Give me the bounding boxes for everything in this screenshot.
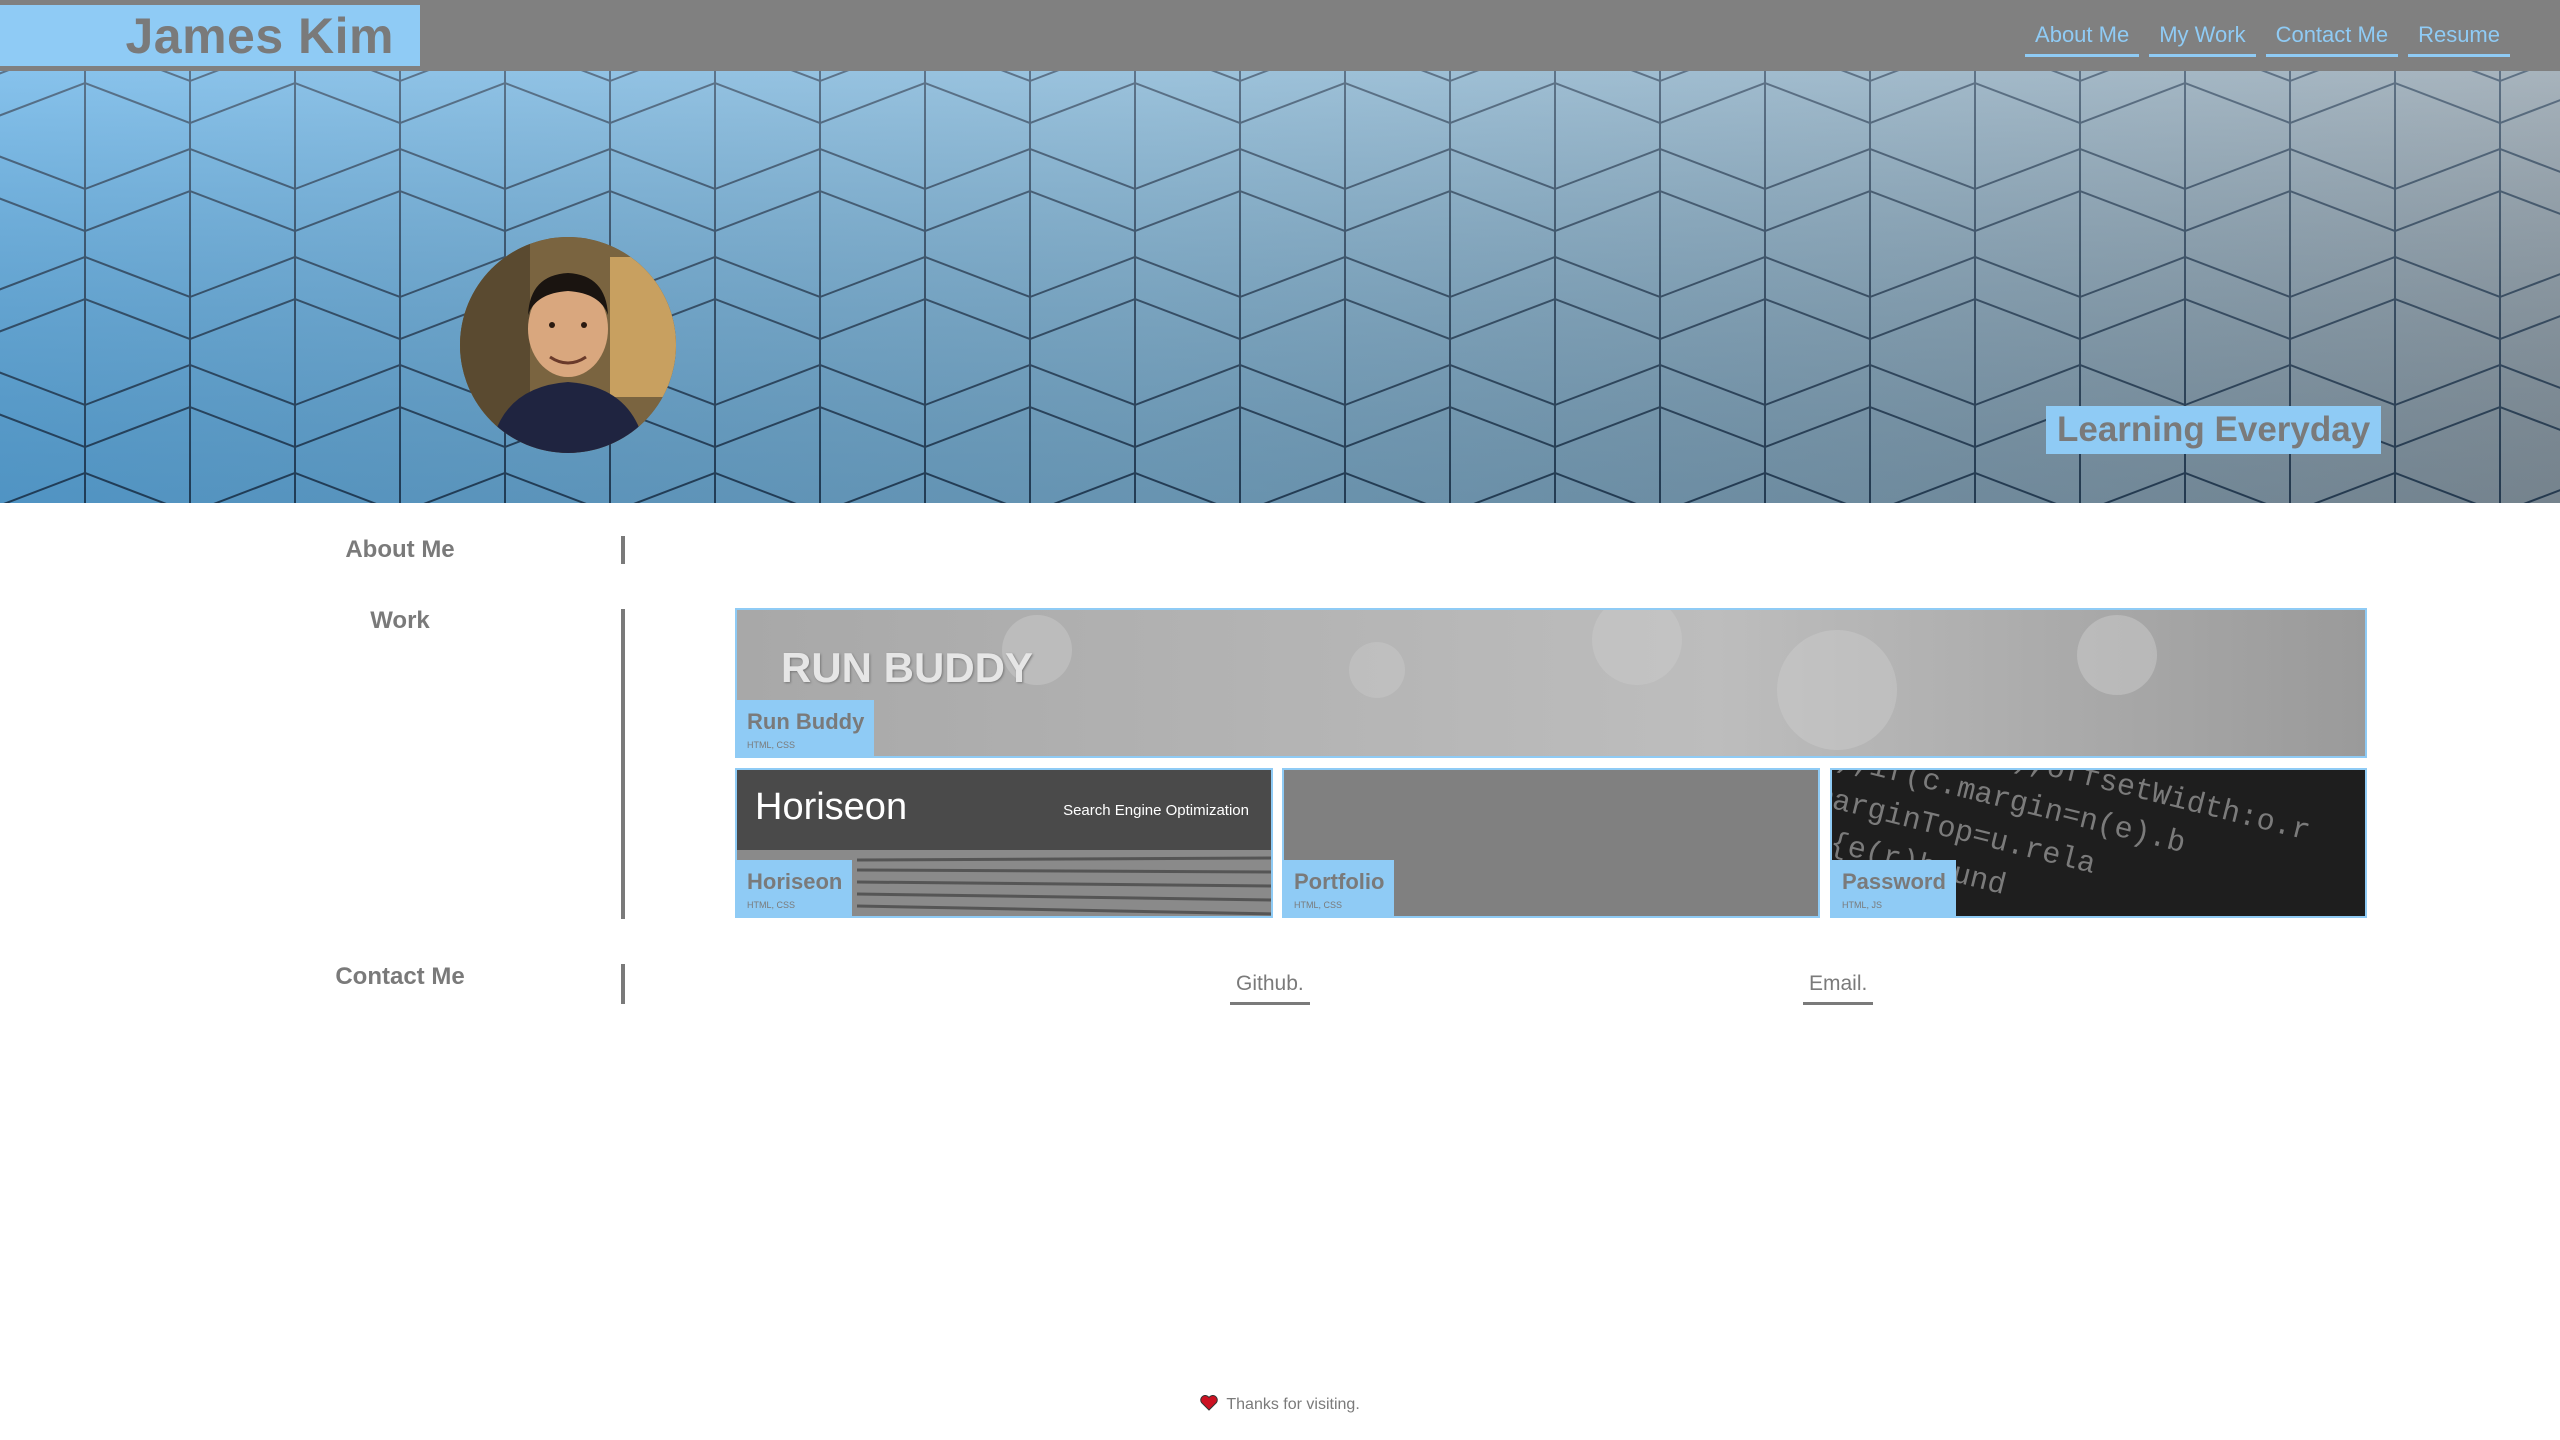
- portfolio-label: Portfolio HTML, CSS: [1284, 860, 1395, 916]
- horiseon-label: Horiseon HTML, CSS: [737, 860, 853, 916]
- email-link[interactable]: Email.: [1803, 972, 1874, 1005]
- about-divider: [621, 536, 625, 564]
- run-buddy-label: Run Buddy HTML, CSS: [737, 700, 875, 756]
- hero-banner: Learning Everyday: [0, 71, 2560, 503]
- contact-divider: [621, 964, 625, 1004]
- portfolio-name: Portfolio: [1294, 869, 1385, 894]
- contact-me-heading: Contact Me: [335, 963, 465, 990]
- about-me-heading: About Me: [345, 536, 455, 563]
- site-title[interactable]: James Kim: [125, 7, 394, 65]
- run-buddy-banner-text: RUN BUDDY: [781, 644, 1033, 691]
- work-card-password[interactable]: t});s=g(o),offsetWidth:o.r );if(c.margin…: [1830, 768, 2367, 918]
- run-buddy-name: Run Buddy: [747, 709, 865, 734]
- password-label: Password HTML, JS: [1832, 860, 1956, 916]
- footer-text: Thanks for visiting.: [1226, 1396, 1360, 1413]
- github-link[interactable]: Github.: [1230, 972, 1310, 1005]
- tagline-box: Learning Everyday: [2046, 406, 2382, 454]
- nav-my-work-link[interactable]: My Work: [2149, 16, 2256, 57]
- work-heading: Work: [370, 607, 430, 634]
- horiseon-name: Horiseon: [747, 869, 843, 894]
- horiseon-banner-subtitle: Search Engine Optimization: [1063, 802, 1249, 819]
- horiseon-banner-text: Horiseon: [755, 786, 908, 828]
- run-buddy-tech: HTML, CSS: [747, 740, 796, 750]
- work-card-portfolio[interactable]: Portfolio HTML, CSS: [1282, 768, 1820, 918]
- portfolio-tech: HTML, CSS: [1294, 900, 1343, 910]
- brand-box: James Kim: [0, 5, 420, 66]
- horiseon-tech: HTML, CSS: [747, 900, 796, 910]
- profile-avatar-icon: [460, 237, 676, 453]
- work-card-run-buddy[interactable]: RUN BUDDY Run Buddy HTML, CSS: [735, 608, 2367, 758]
- nav-about-me-link[interactable]: About Me: [2025, 16, 2140, 57]
- work-card-horiseon[interactable]: Horiseon Search Engine Optimization Hori…: [735, 768, 1273, 918]
- work-divider: [621, 609, 625, 919]
- main-nav: About Me My Work Contact Me Resume: [2025, 16, 2510, 57]
- password-tech: HTML, JS: [1842, 900, 1883, 910]
- top-navigation-bar: James Kim About Me My Work Contact Me Re…: [0, 0, 2560, 71]
- footer: Thanks for visiting.: [0, 1395, 2560, 1416]
- tagline-text: Learning Everyday: [2057, 410, 2371, 449]
- password-name: Password: [1842, 869, 1946, 894]
- profile-photo: [460, 237, 676, 453]
- nav-resume-link[interactable]: Resume: [2408, 16, 2510, 57]
- heart-icon: [1200, 1395, 1218, 1416]
- nav-contact-me-link[interactable]: Contact Me: [2265, 16, 2399, 57]
